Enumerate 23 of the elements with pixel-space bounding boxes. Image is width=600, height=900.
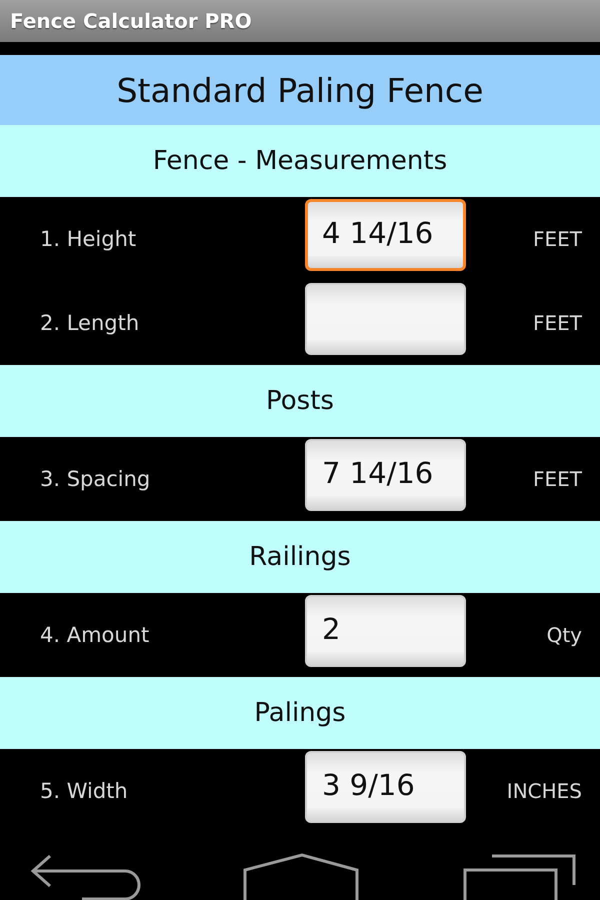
unit-label: INCHES	[506, 779, 582, 803]
value-input[interactable]: 4 14/16	[305, 199, 466, 271]
section-header: Railings	[0, 521, 600, 593]
section-header: Posts	[0, 365, 600, 437]
section-header: Fence - Measurements	[0, 125, 600, 197]
page-title-bar: Standard Paling Fence	[0, 55, 600, 125]
unit-label: FEET	[533, 227, 582, 251]
value-input[interactable]	[305, 283, 466, 355]
field-label: 2. Length	[40, 311, 140, 335]
value-input[interactable]: 7 14/16	[305, 439, 466, 511]
section-header: Palings	[0, 677, 600, 749]
value-input[interactable]: 2	[305, 595, 466, 667]
field-label: 4. Amount	[40, 623, 150, 647]
app-title: Fence Calculator PRO	[10, 9, 252, 33]
field-label: 3. Spacing	[40, 467, 150, 491]
value-input[interactable]: 3 9/16	[305, 751, 466, 823]
unit-label: FEET	[533, 311, 582, 335]
unit-label: Qty	[546, 623, 582, 647]
recent-apps-icon[interactable]	[462, 853, 578, 900]
field-label: 5. Width	[40, 779, 128, 803]
field-label: 1. Height	[40, 227, 136, 251]
home-icon[interactable]	[243, 853, 360, 900]
unit-label: FEET	[533, 467, 582, 491]
